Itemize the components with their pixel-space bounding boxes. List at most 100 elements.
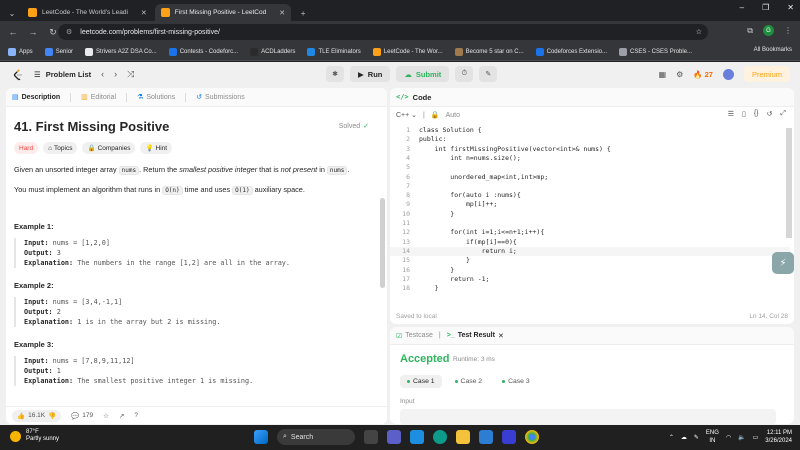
favorite-star-icon[interactable]: ☆ bbox=[103, 412, 109, 420]
code-line[interactable]: 11 bbox=[390, 219, 790, 228]
code-line[interactable]: 18 } bbox=[390, 284, 790, 293]
site-info-icon[interactable]: ⚙ bbox=[66, 28, 72, 36]
hint-badge[interactable]: 💡 Hint bbox=[140, 142, 173, 154]
tab-search-icon[interactable]: ⌄ bbox=[4, 5, 20, 21]
user-avatar[interactable] bbox=[722, 68, 734, 80]
code-line[interactable]: 5 bbox=[390, 163, 790, 172]
chrome-icon[interactable] bbox=[525, 430, 539, 444]
next-problem-icon[interactable]: › bbox=[114, 69, 117, 80]
tray-chevron-icon[interactable]: ⌃ bbox=[669, 434, 674, 441]
explorer-icon[interactable] bbox=[456, 430, 470, 444]
bookmark-item[interactable]: Contests - Codeforc... bbox=[168, 47, 238, 56]
taskbar-search[interactable]: ⌕ Search bbox=[277, 429, 355, 445]
forward-icon[interactable]: → bbox=[26, 27, 40, 37]
code-line[interactable]: 14 return i; bbox=[390, 246, 790, 257]
volume-icon[interactable]: 🔈 bbox=[738, 434, 745, 441]
all-bookmarks-button[interactable]: All Bookmarks bbox=[754, 47, 792, 53]
help-icon[interactable]: ? bbox=[134, 412, 138, 419]
bookmark-item[interactable]: Senior bbox=[44, 47, 73, 56]
companies-badge[interactable]: 🔒 Companies bbox=[82, 142, 136, 154]
bookmark-item[interactable]: Become 5 star on C... bbox=[454, 47, 524, 56]
bookmark-icon[interactable]: ▯ bbox=[742, 110, 746, 118]
code-line[interactable]: 4 int n=nums.size(); bbox=[390, 154, 790, 163]
tab-submissions[interactable]: ↺ Submissions bbox=[196, 93, 245, 102]
pen-icon[interactable]: ✎ bbox=[694, 434, 699, 441]
case-1-tab[interactable]: Case 1 bbox=[400, 375, 442, 388]
share-icon[interactable]: ↗ bbox=[119, 412, 124, 420]
comments-button[interactable]: 💬 179 bbox=[71, 412, 93, 420]
run-button[interactable]: ▶ Run bbox=[350, 66, 391, 82]
problem-title[interactable]: 41. First Missing Positive bbox=[14, 119, 169, 134]
profile-avatar[interactable]: G bbox=[763, 25, 774, 36]
store-icon[interactable] bbox=[479, 430, 493, 444]
shuffle-icon[interactable]: ⤨ bbox=[127, 69, 134, 80]
layout-icon[interactable]: ▦ bbox=[659, 70, 667, 79]
close-window-icon[interactable]: ✕ bbox=[787, 3, 794, 12]
tab-close-icon[interactable]: ✕ bbox=[141, 9, 147, 17]
browser-tab-leetcode[interactable]: LeetCode - The World's Leadi ✕ bbox=[22, 4, 153, 21]
bookmark-item[interactable]: LeetCode - The Wor... bbox=[372, 47, 443, 56]
editor-scrollbar[interactable] bbox=[786, 128, 792, 238]
language-selector[interactable]: C++ ⌄ bbox=[396, 111, 417, 119]
bookmark-item[interactable]: ACDLadders bbox=[250, 47, 295, 56]
code-line[interactable]: 2 public: bbox=[390, 135, 790, 144]
new-tab-icon[interactable]: + bbox=[295, 5, 311, 21]
like-button[interactable]: 👍 16.1K 👎 bbox=[12, 409, 62, 422]
tab-test-result[interactable]: >_ Test Result ✕ bbox=[447, 332, 504, 340]
streak-counter[interactable]: 🔥 27 bbox=[693, 70, 713, 79]
code-line[interactable]: 15 } bbox=[390, 256, 790, 265]
format-icon[interactable]: ☰ bbox=[728, 110, 734, 118]
case-2-tab[interactable]: Case 2 bbox=[448, 375, 490, 388]
battery-icon[interactable]: ▭ bbox=[753, 434, 759, 441]
code-line[interactable]: 6 unordered_map<int,int>mp; bbox=[390, 173, 790, 182]
bookmark-item[interactable]: Codeforces Extensio... bbox=[535, 47, 607, 56]
browser-tab-first-missing-positive[interactable]: First Missing Positive - LeetCod ✕ bbox=[154, 4, 292, 21]
teams-icon[interactable] bbox=[387, 430, 401, 444]
topics-badge[interactable]: ⌂ Topics bbox=[43, 142, 78, 154]
back-icon[interactable]: ← bbox=[6, 27, 20, 37]
code-editor[interactable]: 1 class Solution {2 public: 3 int firstMiss… bbox=[390, 126, 790, 306]
clock[interactable]: 12:11 PM 3/26/2024 bbox=[765, 429, 792, 445]
premium-button[interactable]: Premium bbox=[743, 66, 790, 82]
address-bar[interactable]: ⚙ leetcode.com/problems/first-missing-po… bbox=[58, 24, 708, 40]
close-tab-icon[interactable]: ✕ bbox=[498, 332, 504, 340]
code-line[interactable]: 10 } bbox=[390, 210, 790, 219]
onedrive-icon[interactable]: ☁ bbox=[681, 434, 687, 441]
edge-icon[interactable] bbox=[433, 430, 447, 444]
code-line[interactable]: 17 return -1; bbox=[390, 275, 790, 284]
bookmark-star-icon[interactable]: ☆ bbox=[696, 28, 702, 36]
problem-list-button[interactable]: ☰ Problem List bbox=[34, 70, 91, 79]
leetcode-logo-icon[interactable] bbox=[12, 69, 24, 81]
fullscreen-icon[interactable]: ⤢ bbox=[780, 110, 786, 118]
thumbs-down-icon[interactable]: 👎 bbox=[48, 412, 56, 420]
vscode-icon[interactable] bbox=[502, 430, 516, 444]
auto-mode-label[interactable]: Auto bbox=[446, 112, 460, 119]
menu-dots-icon[interactable]: ⋮ bbox=[784, 26, 792, 35]
timer-icon[interactable]: ⏱ bbox=[455, 66, 474, 82]
language-indicator[interactable]: ENG IN bbox=[706, 429, 719, 445]
bookmark-item[interactable]: Strivers A2Z DSA Co... bbox=[85, 47, 157, 56]
notes-icon[interactable]: ✎ bbox=[479, 66, 498, 82]
weather-widget[interactable]: 87°F Partly sunny bbox=[10, 429, 59, 443]
code-line[interactable]: 7 bbox=[390, 182, 790, 191]
code-line[interactable]: 13 if(mp[i]==0){ bbox=[390, 238, 790, 247]
tab-solutions[interactable]: ⚗ Solutions bbox=[137, 93, 175, 102]
minimize-icon[interactable]: – bbox=[740, 3, 744, 12]
submit-button[interactable]: ☁ Submit bbox=[396, 66, 450, 82]
bookmark-item[interactable]: TLE Eliminators bbox=[307, 47, 361, 56]
bookmark-item[interactable]: Apps bbox=[8, 47, 33, 56]
photos-icon[interactable] bbox=[410, 430, 424, 444]
task-view-icon[interactable] bbox=[364, 430, 378, 444]
description-scrollbar[interactable] bbox=[380, 198, 385, 288]
code-line[interactable]: 1 class Solution { bbox=[390, 126, 790, 135]
bookmark-item[interactable]: CSES - CSES Proble... bbox=[619, 47, 692, 56]
braces-icon[interactable]: {} bbox=[754, 110, 759, 118]
tab-editorial[interactable]: ▥ Editorial bbox=[81, 93, 116, 102]
code-line[interactable]: 3 int firstMissingPositive(vector<int>& … bbox=[390, 145, 790, 154]
code-line[interactable]: 12 for(int i=1;i<=n+1;i++){ bbox=[390, 228, 790, 237]
extensions-icon[interactable]: ⧉ bbox=[747, 26, 753, 36]
code-line[interactable]: 16 } bbox=[390, 266, 790, 275]
ai-assistant-icon[interactable]: ⚡ bbox=[772, 252, 794, 274]
code-line[interactable]: 9 mp[i]++; bbox=[390, 200, 790, 209]
prev-problem-icon[interactable]: ‹ bbox=[101, 69, 104, 80]
